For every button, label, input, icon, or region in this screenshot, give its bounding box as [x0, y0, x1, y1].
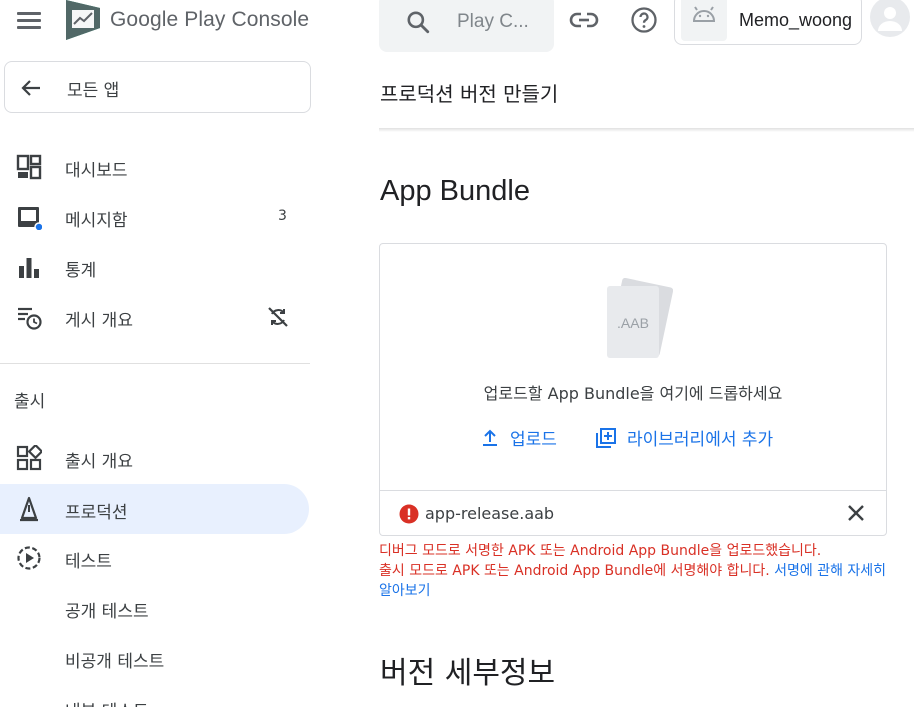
add-from-library-label: 라이브러리에서 추가 [627, 430, 774, 450]
close-icon[interactable] [846, 503, 866, 523]
production-icon [20, 496, 38, 522]
sidebar-item-publishing-overview[interactable]: 게시 개요 [0, 292, 309, 342]
library-add-icon [596, 427, 616, 448]
inbox-icon [18, 207, 42, 230]
sidebar-section-release: 출시 [14, 392, 46, 412]
upload-icon [483, 429, 497, 446]
add-from-library-button[interactable]: 라이브러리에서 추가 [595, 425, 773, 450]
sidebar-item-label: 비공개 테스트 [65, 652, 165, 672]
play-console-logo [66, 0, 100, 40]
sidebar-item-release-overview[interactable]: 출시 개요 [0, 433, 309, 483]
app-icon-tile [681, 0, 727, 41]
dashboard-icon [16, 154, 42, 180]
sidebar-item-label: 대시보드 [65, 161, 128, 181]
search-icon[interactable] [405, 9, 431, 35]
error-line-1: 디버그 모드로 서명한 APK 또는 Android App Bundle을 업… [379, 543, 822, 559]
brand-prefix: Google Play [110, 8, 226, 31]
error-line-2: 출시 모드로 APK 또는 Android App Bundle에 서명해야 합… [379, 563, 770, 579]
android-icon [692, 6, 716, 22]
avatar[interactable] [870, 0, 910, 37]
sidebar-item-statistics[interactable]: 통계 [0, 242, 309, 292]
help-icon[interactable] [630, 6, 658, 34]
error-icon [399, 504, 419, 524]
sidebar-item-internal-testing[interactable]: 내부 테스트 [0, 683, 309, 707]
all-apps-button[interactable]: 모든 앱 [4, 61, 311, 113]
app-brand: Google Play Console [110, 8, 309, 32]
drop-hint: 업로드할 App Bundle을 여기에 드롭하세요 [483, 384, 783, 403]
brand-suffix: Console [231, 8, 310, 31]
file-name: app-release.aab [425, 504, 555, 523]
sidebar-item-label: 메시지함 [65, 211, 128, 231]
sidebar-item-testing[interactable]: 테스트 [0, 533, 309, 583]
sidebar-item-label: 통계 [65, 261, 97, 281]
all-apps-label: 모든 앱 [67, 81, 120, 101]
sidebar-item-dashboard[interactable]: 대시보드 [0, 142, 309, 192]
sidebar-item-production[interactable]: 프로덕션 [0, 484, 309, 534]
aab-file-icon: .AAB [607, 278, 673, 358]
link-icon[interactable] [569, 8, 599, 32]
uploaded-file-row: app-release.aab [380, 490, 886, 536]
sync-disabled-icon[interactable] [266, 305, 290, 329]
app-switcher[interactable]: Memo_woong [674, 0, 862, 45]
sidebar-item-open-testing[interactable]: 공개 테스트 [0, 583, 309, 633]
search-input[interactable] [457, 11, 547, 33]
sidebar-item-label: 게시 개요 [65, 311, 133, 331]
header-shadow [379, 128, 914, 132]
page-title: 프로덕션 버전 만들기 [380, 82, 559, 106]
sidebar-item-label: 출시 개요 [65, 452, 133, 472]
sidebar-item-label: 프로덕션 [65, 503, 128, 523]
release-details-heading: 버전 세부정보 [380, 656, 556, 691]
menu-icon[interactable] [17, 9, 41, 31]
bar-chart-icon [19, 258, 39, 278]
upload-button[interactable]: 업로드 [480, 425, 557, 450]
arrow-back-icon [21, 80, 40, 96]
sidebar-item-label: 내부 테스트 [65, 697, 149, 707]
upload-error-message: 디버그 모드로 서명한 APK 또는 Android App Bundle을 업… [379, 541, 899, 601]
sidebar-divider [0, 363, 310, 364]
sidebar-item-label: 테스트 [65, 552, 112, 572]
testing-icon [17, 546, 41, 570]
upload-label: 업로드 [510, 430, 557, 450]
account-icon [878, 7, 902, 31]
aab-label: .AAB [617, 315, 649, 331]
publishing-overview-icon [18, 307, 42, 330]
sidebar-item-label: 공개 테스트 [65, 602, 149, 622]
app-bundle-dropzone[interactable]: .AAB 업로드할 App Bundle을 여기에 드롭하세요 업로드 라이브러… [379, 243, 887, 536]
app-bundle-heading: App Bundle [380, 175, 530, 207]
unread-count-badge: 3 [278, 208, 287, 224]
sidebar-item-inbox[interactable]: 메시지함 3 [0, 192, 309, 242]
sidebar-item-closed-testing[interactable]: 비공개 테스트 [0, 633, 309, 683]
release-overview-icon [16, 445, 42, 471]
search-box[interactable] [379, 0, 554, 52]
app-name: Memo_woong [739, 10, 853, 30]
